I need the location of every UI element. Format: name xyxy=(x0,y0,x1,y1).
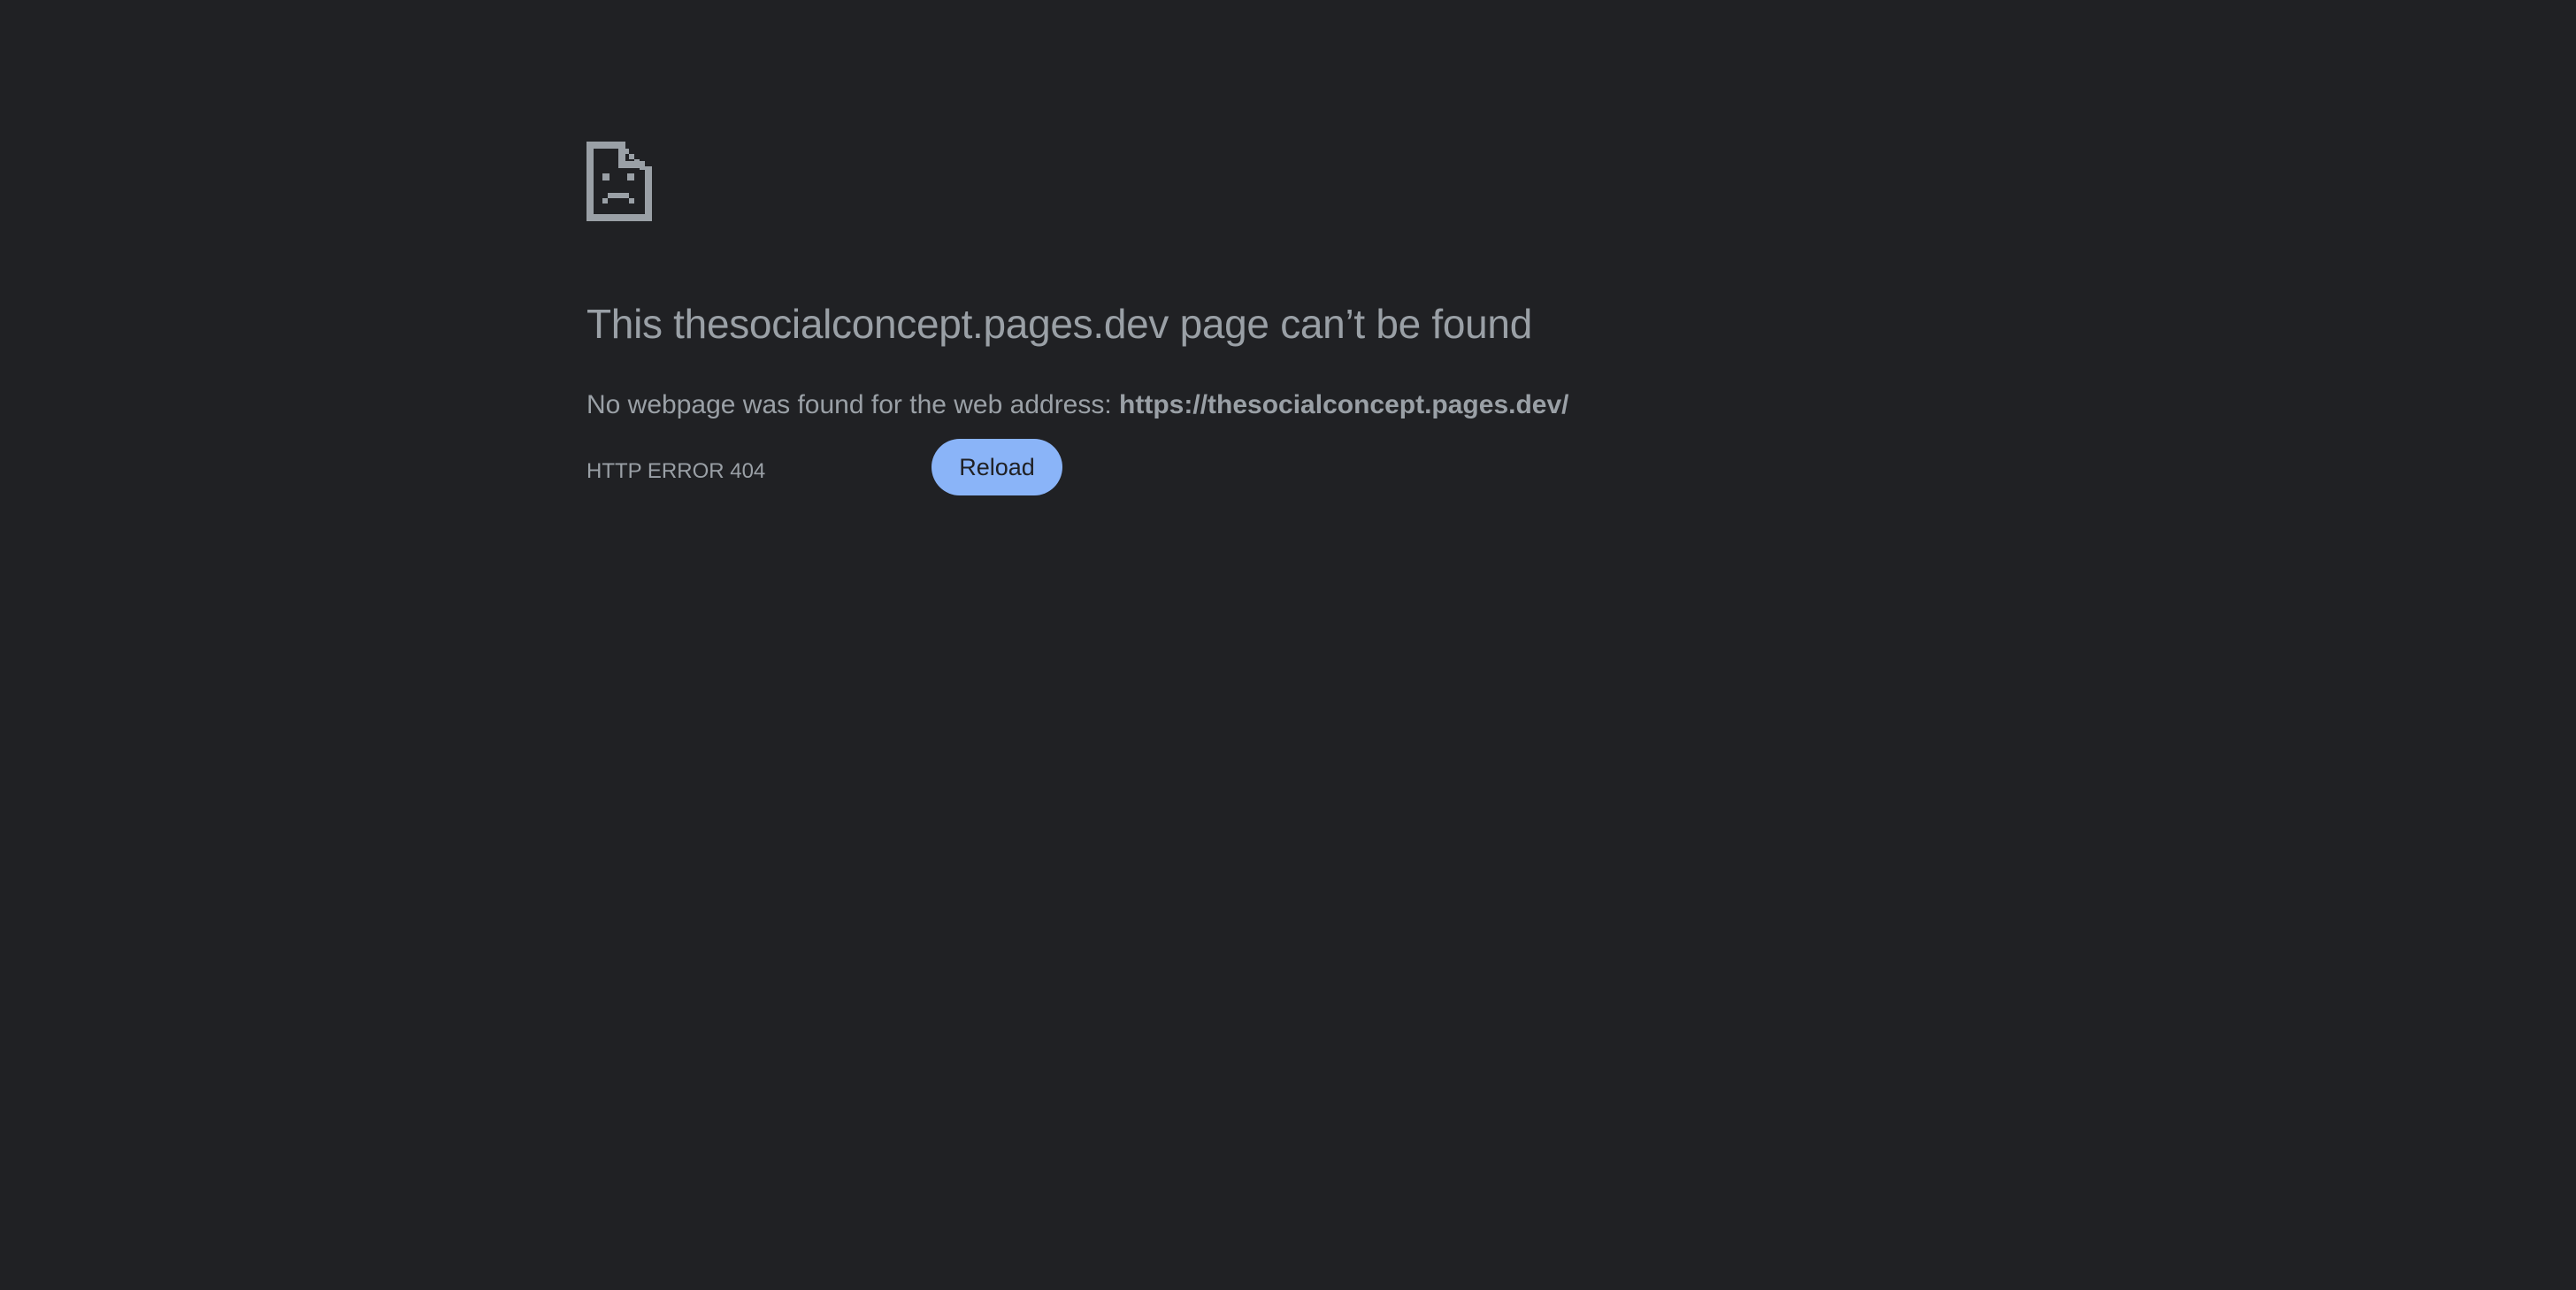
page-title: This thesocialconcept.pages.dev page can… xyxy=(586,301,1533,347)
reload-button[interactable]: Reload xyxy=(932,439,1062,495)
error-message: No webpage was found for the web address… xyxy=(586,388,1569,423)
error-code: HTTP ERROR 404 xyxy=(586,459,766,483)
sad-document-icon xyxy=(586,142,652,221)
error-message-text: No webpage was found for the web address… xyxy=(586,390,1120,419)
web-address: https://thesocialconcept.pages.dev/ xyxy=(1119,390,1569,419)
